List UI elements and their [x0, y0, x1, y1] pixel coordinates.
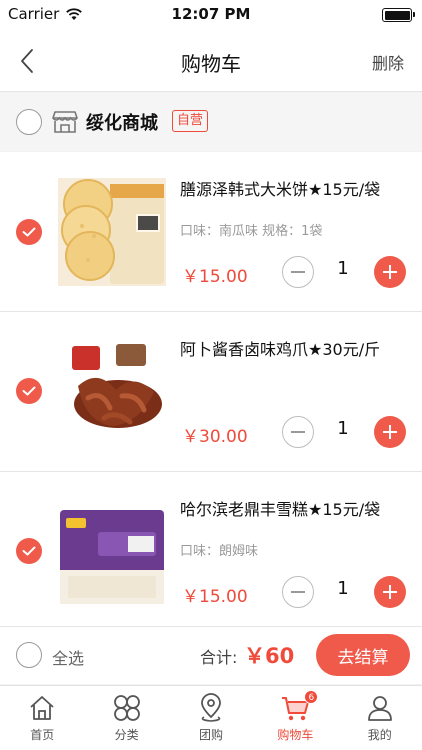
select-all-radio[interactable] [16, 642, 42, 668]
tab-label: 购物车 [277, 728, 314, 742]
select-all-label[interactable]: 全选 [52, 645, 84, 669]
quantity-decrement-button[interactable] [282, 576, 314, 608]
quantity-value: 1 [337, 578, 349, 599]
self-operated-badge: 自营 [172, 110, 209, 132]
checkmark-icon [22, 546, 36, 556]
cart-item-list: 膳源泽韩式大米饼★15元/袋 口味：南瓜味 规格：1袋 ￥15.00 1 阿卜酱… [0, 152, 422, 632]
item-select-checkbox[interactable] [16, 538, 42, 564]
product-price: ￥15.00 [182, 267, 248, 287]
tab-cart[interactable]: 6 购物车 [253, 686, 337, 750]
checkout-bar: 全选 合计: ￥60 去结算 [0, 626, 422, 684]
product-image-chicken-feet[interactable] [58, 338, 166, 446]
tab-group-buy[interactable]: 团购 [169, 686, 253, 750]
delete-button[interactable]: 删除 [372, 50, 404, 74]
store-name[interactable]: 绥化商城 [86, 109, 158, 135]
user-icon [367, 696, 392, 721]
item-select-checkbox[interactable] [16, 219, 42, 245]
status-bar: Carrier 12:07 PM [0, 0, 422, 30]
product-spec: 口味：朗姆味 [180, 544, 259, 559]
plus-icon [383, 585, 397, 599]
product-image-rice-cracker[interactable] [58, 178, 166, 286]
plus-icon [383, 265, 397, 279]
tab-label: 分类 [114, 728, 139, 742]
product-price: ￥15.00 [182, 587, 248, 607]
cart-count-badge: 6 [304, 690, 319, 704]
category-icon [113, 695, 140, 721]
checkmark-icon [22, 386, 36, 396]
product-title[interactable]: 哈尔滨老鼎丰雪糕★15元/袋 [180, 496, 380, 520]
quantity-value: 1 [337, 258, 349, 279]
product-spec: 口味：南瓜味 规格：1袋 [180, 224, 323, 239]
total-amount: ￥60 [244, 644, 295, 668]
quantity-increment-button[interactable] [374, 416, 406, 448]
tab-label: 首页 [30, 728, 55, 742]
location-pin-icon [201, 693, 221, 722]
cart-item: 阿卜酱香卤味鸡爪★30元/斤 ￥30.00 1 [0, 312, 422, 472]
tab-bar: 首页 分类 团购 6 购物车 我的 [0, 685, 422, 750]
total-label: 合计: [200, 648, 238, 667]
cart-item: 膳源泽韩式大米饼★15元/袋 口味：南瓜味 规格：1袋 ￥15.00 1 [0, 152, 422, 312]
item-select-checkbox[interactable] [16, 378, 42, 404]
tab-home[interactable]: 首页 [0, 686, 84, 750]
tab-label: 我的 [367, 728, 392, 742]
store-header: 绥化商城 自营 [0, 93, 422, 151]
status-time: 12:07 PM [171, 5, 251, 23]
store-select-radio[interactable] [16, 109, 42, 135]
product-price: ￥30.00 [182, 427, 248, 447]
shop-icon [52, 111, 78, 133]
checkout-button[interactable]: 去结算 [316, 634, 410, 676]
quantity-decrement-button[interactable] [282, 256, 314, 288]
tab-label: 团购 [198, 728, 223, 742]
quantity-value: 1 [337, 418, 349, 439]
tab-category[interactable]: 分类 [84, 686, 168, 750]
cart-item: 哈尔滨老鼎丰雪糕★15元/袋 口味：朗姆味 ￥15.00 1 [0, 472, 422, 632]
plus-icon [383, 425, 397, 439]
product-title[interactable]: 阿卜酱香卤味鸡爪★30元/斤 [180, 336, 380, 360]
quantity-increment-button[interactable] [374, 256, 406, 288]
quantity-increment-button[interactable] [374, 576, 406, 608]
page-title: 购物车 [181, 52, 241, 76]
checkmark-icon [22, 227, 36, 237]
product-title[interactable]: 膳源泽韩式大米饼★15元/袋 [180, 176, 380, 200]
battery-icon [382, 8, 415, 22]
nav-bar: 购物车 删除 [0, 30, 422, 92]
home-icon [30, 696, 54, 720]
product-image-ice-cream[interactable] [58, 498, 166, 606]
quantity-decrement-button[interactable] [282, 416, 314, 448]
tab-profile[interactable]: 我的 [338, 686, 422, 750]
